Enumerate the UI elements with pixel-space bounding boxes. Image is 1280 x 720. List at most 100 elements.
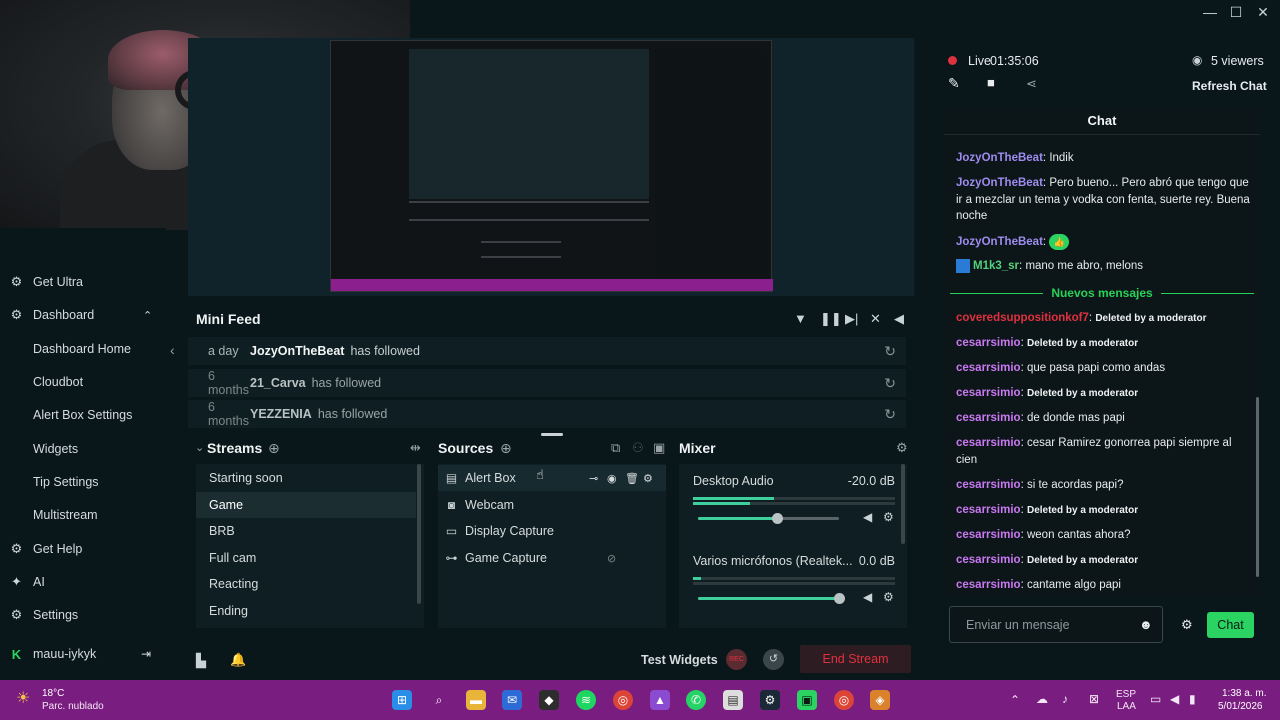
pencil-icon[interactable]: ✎ xyxy=(948,75,960,92)
chevron-up-icon[interactable]: ⌃ xyxy=(1010,694,1020,706)
speaker-icon[interactable]: ◀ xyxy=(863,590,872,604)
emoji-icon[interactable]: ☻ xyxy=(1139,617,1153,632)
sidebar-item-settings[interactable]: ⚙ Settings xyxy=(0,601,166,629)
weather-temp[interactable]: 18°C xyxy=(42,688,64,700)
replay-buffer-icon[interactable]: ↺ xyxy=(763,649,784,670)
eye-icon[interactable]: ◉ xyxy=(607,472,617,485)
streamlabs-icon[interactable]: ▣ xyxy=(797,690,817,710)
steam-icon[interactable]: ⚙ xyxy=(760,690,780,710)
sidebar-user[interactable]: Kmauu-iykyk ⇥ xyxy=(0,640,166,668)
sidebar-item-tip-settings[interactable]: Tip Settings xyxy=(0,468,166,496)
group-icon[interactable]: ⚇ xyxy=(632,440,644,456)
volume-slider-knob[interactable] xyxy=(834,593,845,604)
notes-icon[interactable]: ▤ xyxy=(723,690,743,710)
sidebar-item-ai[interactable]: ✦ AI xyxy=(0,568,166,596)
source-item[interactable]: ▭ Display Capture xyxy=(438,518,666,544)
end-stream-button[interactable]: End Stream xyxy=(800,645,911,673)
speaker-icon[interactable]: ◀ xyxy=(863,510,872,524)
performance-icon[interactable]: ▙ xyxy=(196,653,206,669)
folder-icon[interactable]: ▣ xyxy=(653,440,665,456)
gear-icon[interactable]: ⚙ xyxy=(643,472,653,485)
collapse-sidebar-icon[interactable]: ‹ xyxy=(170,342,175,358)
gear-icon[interactable]: ⚙ xyxy=(883,510,894,524)
scrollbar[interactable] xyxy=(901,464,905,544)
app-icon[interactable]: ◈ xyxy=(870,690,890,710)
chrome-icon[interactable]: ◎ xyxy=(834,690,854,710)
scene-item[interactable]: Ending xyxy=(196,598,416,624)
chevron-down-icon[interactable]: ⌄ xyxy=(195,441,204,454)
close-button[interactable]: ✕ xyxy=(1252,4,1274,21)
chrome-icon[interactable]: ◎ xyxy=(613,690,633,710)
app-icon[interactable]: ◆ xyxy=(539,690,559,710)
battery-icon[interactable]: ▮ xyxy=(1189,693,1196,705)
source-settings-icon[interactable]: ⧉ xyxy=(611,440,620,456)
scene-item[interactable]: Full cam xyxy=(196,545,416,571)
weather-icon[interactable]: ☀ xyxy=(16,688,30,708)
volume-icon[interactable]: ◀ xyxy=(894,311,904,327)
volume-icon[interactable]: ◀ xyxy=(1170,693,1179,705)
clock-date[interactable]: 5/01/2026 xyxy=(1218,701,1263,713)
add-source-icon[interactable]: ⊕ xyxy=(500,440,512,457)
scene-item-active[interactable]: Game xyxy=(196,492,416,518)
teams-icon[interactable]: ▲ xyxy=(650,690,670,710)
source-item[interactable]: ▤ Alert Box ⊸ ◉ 🗑 ⚙ xyxy=(438,465,666,491)
maximize-button[interactable]: ☐ xyxy=(1225,4,1247,21)
source-item[interactable]: ⊶ Game Capture ⊘ xyxy=(438,545,666,571)
lock-icon[interactable]: ⊸ xyxy=(589,472,598,485)
sidebar-item-cloudbot[interactable]: Cloudbot xyxy=(0,368,166,396)
chevron-up-icon[interactable]: ⌃ xyxy=(143,309,152,322)
gear-icon[interactable]: ⚙ xyxy=(883,590,894,604)
trash-icon[interactable]: 🗑 xyxy=(625,472,639,485)
language-sub-label[interactable]: LAA xyxy=(1117,701,1136,713)
weather-desc[interactable]: Parc. nublado xyxy=(42,701,104,713)
spotify-icon[interactable]: ≋ xyxy=(576,690,596,710)
resize-handle[interactable] xyxy=(541,433,563,436)
replay-icon[interactable]: ↻ xyxy=(884,406,896,423)
pause-icon[interactable]: ❚❚ xyxy=(820,311,842,327)
scene-item[interactable]: Starting soon xyxy=(196,465,416,491)
sidebar-item-get-ultra[interactable]: ⚙ Get Ultra xyxy=(0,268,166,296)
scene-item[interactable]: BRB xyxy=(196,518,416,544)
clock-time[interactable]: 1:38 a. m. xyxy=(1222,688,1266,700)
eye-hidden-icon[interactable]: ⊘ xyxy=(607,552,616,565)
sidebar-item-get-help[interactable]: ⚙ Get Help xyxy=(0,535,166,563)
share-icon[interactable]: ⋖ xyxy=(1026,76,1037,92)
mixer-settings-icon[interactable]: ⚙ xyxy=(896,440,908,456)
sidebar-item-dashboard-home[interactable]: Dashboard Home xyxy=(0,335,166,363)
language-label[interactable]: ESP xyxy=(1116,689,1136,701)
filter-icon[interactable]: ▼ xyxy=(794,311,807,326)
search-icon[interactable]: ⌕ xyxy=(429,690,449,710)
record-button[interactable]: REC xyxy=(726,649,747,670)
send-chat-button[interactable]: Chat xyxy=(1207,612,1254,638)
logout-icon[interactable]: ⇥ xyxy=(141,647,151,661)
whatsapp-icon[interactable]: ✆ xyxy=(686,690,706,710)
add-scene-icon[interactable]: ⊕ xyxy=(268,440,280,457)
start-windows-icon[interactable]: ⊞ xyxy=(392,690,412,710)
mute-notifications-icon[interactable]: ✕ xyxy=(870,311,881,327)
chat-scrollbar[interactable] xyxy=(1256,397,1259,577)
file-explorer-icon[interactable]: ▬ xyxy=(466,690,486,710)
minimize-button[interactable]: — xyxy=(1199,4,1221,20)
scrollbar[interactable] xyxy=(417,464,421,604)
microphone-icon[interactable]: ♪ xyxy=(1062,693,1068,705)
source-item[interactable]: ◙ Webcam xyxy=(438,492,666,518)
refresh-chat-button[interactable]: Refresh Chat xyxy=(1192,79,1267,93)
replay-icon[interactable]: ↻ xyxy=(884,375,896,392)
camera-icon[interactable]: ■ xyxy=(987,75,995,90)
skip-icon[interactable]: ▶| xyxy=(845,311,858,327)
sidebar-item-widgets[interactable]: Widgets xyxy=(0,435,166,463)
sidebar-item-dashboard[interactable]: ⚙ Dashboard ⌃ xyxy=(0,301,166,329)
volume-slider-knob[interactable] xyxy=(772,513,783,524)
scene-item[interactable]: Reacting xyxy=(196,571,416,597)
chat-settings-icon[interactable]: ⚙ xyxy=(1181,617,1193,633)
sidebar-item-alert-box-settings[interactable]: Alert Box Settings xyxy=(0,401,166,429)
notification-bell-icon[interactable]: 🔔 xyxy=(230,652,246,668)
network-icon[interactable]: ▭ xyxy=(1150,693,1161,705)
sidebar-item-multistream[interactable]: Multistream xyxy=(0,501,166,529)
mail-icon[interactable]: ✉ xyxy=(502,690,522,710)
app-tray-icon[interactable]: ⊠ xyxy=(1089,693,1099,705)
cloud-icon[interactable]: ☁ xyxy=(1036,693,1048,705)
test-widgets-button[interactable]: Test Widgets xyxy=(641,653,718,667)
chat-message-input[interactable]: Enviar un mensaje xyxy=(949,606,1163,643)
replay-icon[interactable]: ↻ xyxy=(884,343,896,360)
